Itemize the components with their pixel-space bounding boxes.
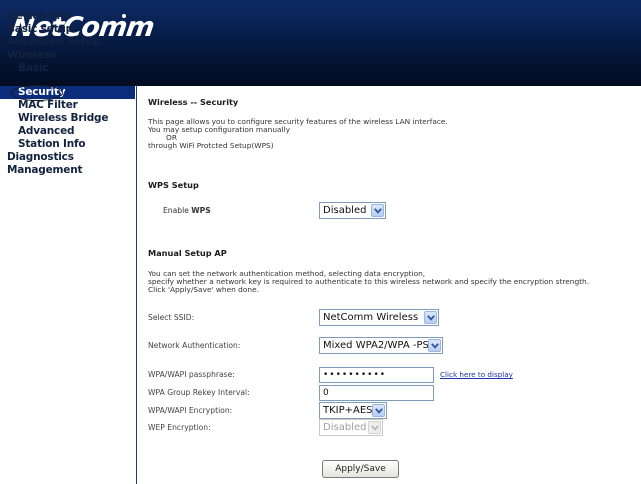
chevron-down-icon xyxy=(424,311,437,324)
chevron-down-icon xyxy=(371,204,384,217)
network-auth-value: Mixed WPA2/WPA -PSK xyxy=(323,340,436,351)
wps-heading: WPS Setup xyxy=(148,180,199,190)
rekey-interval-label: WPA Group Rekey Interval: xyxy=(148,388,250,397)
sidebar-item-wireless[interactable]: Wireless xyxy=(7,49,56,61)
wep-encryption-value: Disabled xyxy=(323,422,367,433)
ssid-value: NetComm Wireless xyxy=(323,312,419,323)
sidebar-item-diagnostics[interactable]: Diagnostics xyxy=(7,151,74,163)
wps-enable-label-prefix: Enable xyxy=(163,206,192,215)
intro-line: through WiFi Protcted Setup(WPS) xyxy=(148,141,274,150)
wps-enable-value: Disabled xyxy=(323,205,367,216)
sidebar-item-mac-filter[interactable]: MAC Filter xyxy=(18,99,78,111)
ssid-label: Select SSID: xyxy=(148,313,195,322)
network-auth-label: Network Authentication: xyxy=(148,341,241,350)
sidebar-item-advanced-setup[interactable]: Advanced Setup xyxy=(7,36,101,48)
page-title: Wireless -- Security xyxy=(148,97,239,107)
chevron-down-icon xyxy=(428,339,441,352)
wep-encryption-select: Disabled xyxy=(319,419,383,436)
wpa-encryption-label: WPA/WAPI Encryption: xyxy=(148,406,233,415)
wep-encryption-label: WEP Encryption: xyxy=(148,423,211,432)
chevron-down-icon xyxy=(372,404,385,417)
apply-save-button[interactable]: Apply/Save xyxy=(322,460,399,478)
sidebar-item-device-info[interactable]: Device Info xyxy=(7,10,71,22)
ssid-select[interactable]: NetComm Wireless xyxy=(319,309,439,326)
manual-setup-heading: Manual Setup AP xyxy=(148,248,227,258)
passphrase-input[interactable]: •••••••••• xyxy=(319,367,434,383)
logo-dot xyxy=(122,14,126,18)
wps-enable-label: Enable WPS xyxy=(163,206,211,215)
wpa-encryption-select[interactable]: TKIP+AES xyxy=(319,402,387,419)
passphrase-label: WPA/WAPI passphrase: xyxy=(148,370,235,379)
display-passphrase-link[interactable]: Click here to display xyxy=(440,370,513,379)
rekey-interval-input[interactable]: 0 xyxy=(319,385,434,401)
wpa-encryption-value: TKIP+AES xyxy=(323,405,373,416)
sidebar-item-management[interactable]: Management xyxy=(7,164,82,176)
main-content: Wireless -- Security This page allows yo… xyxy=(148,86,638,484)
manual-description-line: Click 'Apply/Save' when done. xyxy=(148,285,259,294)
sidebar-item-advanced[interactable]: Advanced xyxy=(18,125,75,137)
sidebar-item-station-info[interactable]: Station Info xyxy=(18,138,86,150)
network-auth-select[interactable]: Mixed WPA2/WPA -PSK xyxy=(319,337,443,354)
wps-enable-select[interactable]: Disabled xyxy=(319,202,386,219)
chevron-down-icon xyxy=(368,421,381,434)
wps-enable-label-bold: WPS xyxy=(191,206,211,215)
sidebar-item-basic-setup[interactable]: Basic setup xyxy=(7,23,73,35)
sidebar-item-basic[interactable]: Basic xyxy=(18,62,48,74)
sidebar-item-wireless-bridge[interactable]: Wireless Bridge xyxy=(18,112,108,124)
